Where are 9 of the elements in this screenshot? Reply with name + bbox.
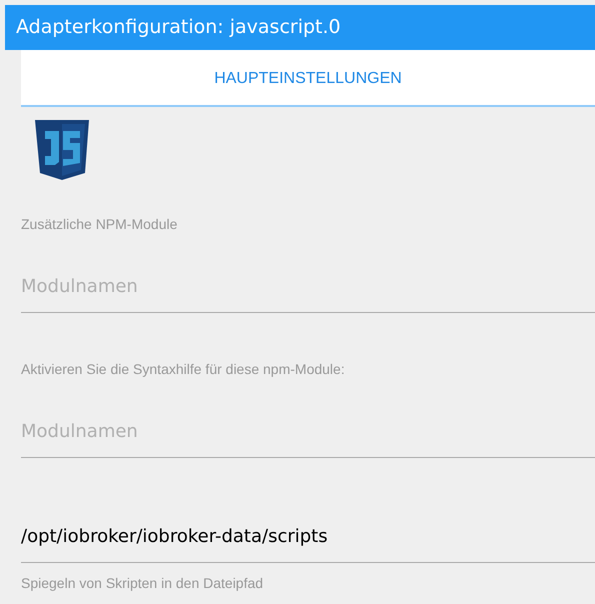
window-title: Adapterkonfiguration: javascript.0	[5, 5, 595, 50]
input-field[interactable]: Modulnamen	[21, 266, 595, 313]
tab[interactable]: HAUPTEINSTELLUNGEN	[21, 50, 595, 107]
field-label: Aktivieren Sie die Syntaxhilfe für diese npm-Module:	[21, 360, 346, 379]
input-field[interactable]: Modulnamen	[21, 411, 595, 458]
input-field[interactable]: /opt/iobroker/iobroker-data/scripts	[21, 516, 595, 563]
field-label: Zusätzliche NPM-Module	[21, 215, 178, 234]
helper-text: Spiegeln von Skripten in den Dateipfad	[21, 574, 264, 593]
javascript-shield-icon	[35, 120, 89, 180]
